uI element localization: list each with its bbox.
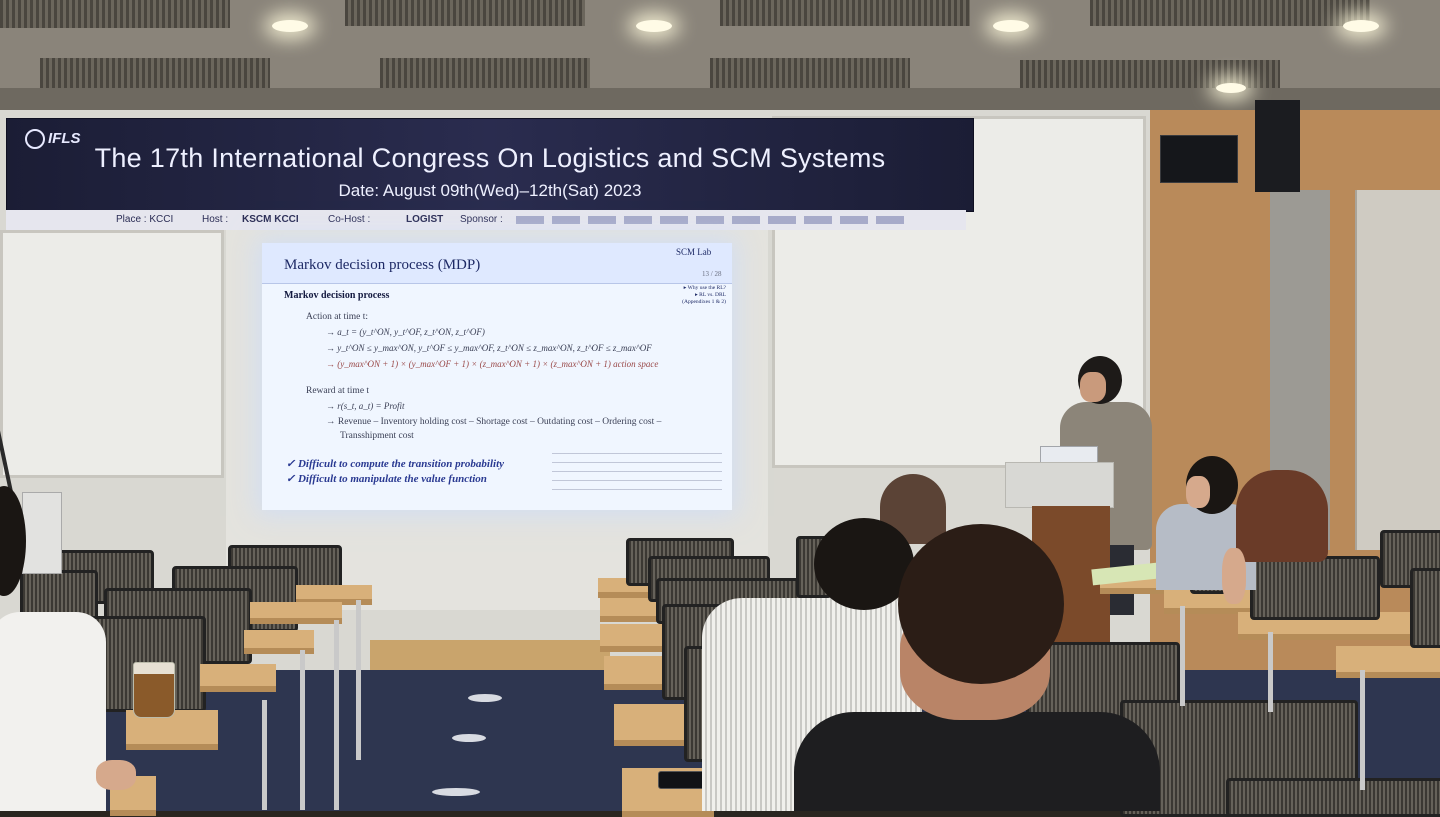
slide-subtitle: Markov decision process (284, 290, 390, 301)
desk (250, 602, 342, 624)
host-label: Host : (202, 214, 229, 225)
audience-member-hair (1236, 470, 1328, 562)
ceiling (0, 0, 1440, 110)
ceiling-light (272, 20, 308, 32)
banner-title: The 17th International Congress On Logis… (94, 143, 886, 173)
banner-date: Date: August 09th(Wed)–12th(Sat) 2023 (338, 181, 642, 200)
projected-slide: Markov decision process (MDP) SCM Lab 13… (262, 243, 732, 510)
desk-leg (300, 650, 305, 810)
audience-member-shirt (0, 612, 106, 811)
audience-member-shirt (794, 712, 1160, 811)
desk (200, 664, 276, 692)
slide-side-box: ▸ Why use the RL? ▸ RL vs. DRL (Appendix… (672, 285, 726, 306)
ceiling-vent (1090, 0, 1370, 26)
floor-marker (432, 788, 480, 796)
desk-leg (262, 700, 267, 810)
ceiling-vent (0, 0, 230, 28)
host-names: KSCM KCCI (242, 214, 299, 225)
audience-member-arm (1222, 548, 1246, 604)
floor-marker (468, 694, 502, 702)
desk-leg (1180, 606, 1185, 706)
sponsor-strip: Place : KCCI Host : KSCM KCCI Co-Host : … (6, 210, 966, 230)
reward-line-2: → Revenue – Inventory holding cost – Sho… (326, 417, 662, 427)
action-line-3: → (y_max^ON + 1) × (y_max^OF + 1) × (z_m… (326, 359, 659, 369)
sponsor-logos (516, 216, 906, 224)
chair (1250, 556, 1380, 620)
slide-lab: SCM Lab (676, 247, 712, 257)
left-whiteboard (0, 230, 224, 478)
desk (1336, 646, 1440, 678)
desk (600, 624, 662, 652)
cohost-name: LOGIST (406, 214, 444, 225)
action-line-2: → y_t^ON ≤ y_max^ON, y_t^OF ≤ y_max^OF, … (326, 343, 652, 353)
cohost-label: Co-Host : (328, 214, 371, 225)
desk-leg (1360, 670, 1365, 790)
side-box-line: (Appendixes 1 & 2) (682, 299, 726, 305)
action-line-1: → a_t = (y_t^ON, y_t^OF, z_t^ON, z_t^OF) (326, 327, 485, 337)
presenter-face (1080, 372, 1106, 402)
slide-page-number: 13 / 28 (702, 270, 722, 278)
side-lectern (22, 492, 62, 574)
coffee-cup (133, 662, 175, 718)
slide-check-1: ✓ Difficult to compute the transition pr… (286, 458, 505, 470)
side-box-line: ▸ RL vs. DRL (695, 292, 726, 298)
chair (1410, 568, 1440, 648)
place-label: Place : KCCI (116, 214, 174, 225)
ceiling-light (993, 20, 1029, 32)
wall-monitor (1160, 135, 1238, 183)
desk (614, 704, 694, 746)
action-header: Action at time t: (306, 312, 369, 322)
smartphone (658, 771, 706, 789)
ceiling-vent (710, 58, 910, 88)
ceiling-vent (380, 58, 590, 88)
lectern-top (1005, 462, 1114, 508)
ceiling-light (1343, 20, 1379, 32)
chair (1226, 778, 1440, 817)
reward-line-1: → r(s_t, a_t) = Profit (326, 401, 405, 411)
sponsor-label: Sponsor : (460, 214, 503, 225)
desk-leg (1268, 632, 1273, 712)
ceiling-vent (345, 0, 585, 26)
slide-footnotes (552, 453, 722, 493)
ceiling-light (1216, 83, 1246, 93)
slide-check-2: ✓ Difficult to manipulate the value func… (286, 473, 487, 485)
reward-line-3: Transshipment cost (340, 431, 414, 441)
wall-panels (1355, 190, 1440, 550)
ceiling-vent (720, 0, 970, 26)
audience-member-hand (96, 760, 136, 790)
ceiling-vent (40, 58, 270, 88)
reward-header: Reward at time t (306, 386, 370, 396)
side-box-line: ▸ Why use the RL? (683, 285, 726, 291)
floor-marker (452, 734, 486, 742)
wall-speaker (1255, 100, 1300, 192)
desk-leg (334, 620, 339, 810)
slide-title: Markov decision process (MDP) (284, 257, 481, 273)
conference-banner: IFLS The 17th International Congress On … (6, 118, 974, 212)
audience-member-head (898, 524, 1064, 684)
desk-leg (356, 600, 361, 760)
audience-member-face (1186, 476, 1210, 508)
ceiling-light (636, 20, 672, 32)
